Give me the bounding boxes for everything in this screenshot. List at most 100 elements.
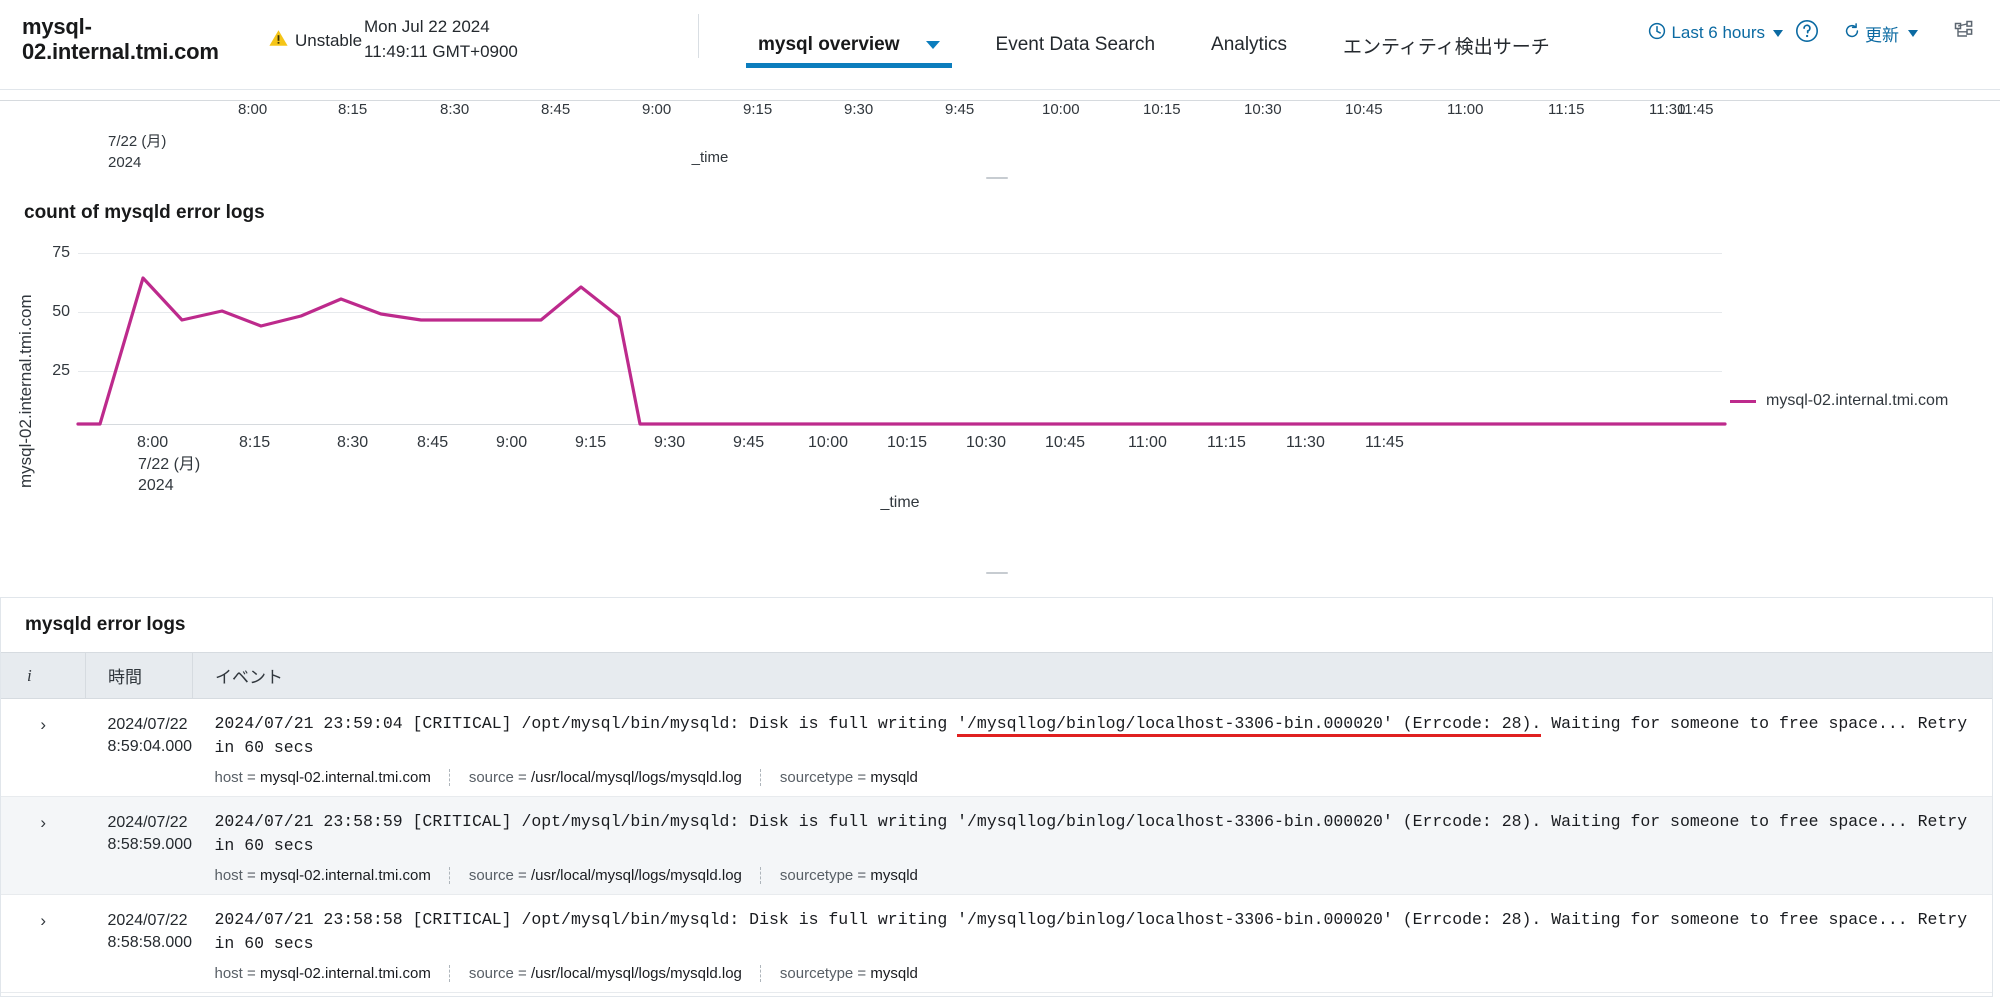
meta-value: mysqld (870, 769, 918, 786)
column-header-info[interactable]: i (1, 652, 86, 699)
meta-field-host[interactable]: host = mysql-02.internal.tmi.com (215, 867, 449, 884)
meta-field-source[interactable]: source = /usr/local/mysql/logs/mysqld.lo… (469, 769, 760, 786)
panel-resize-handle[interactable] (986, 572, 1008, 577)
table-row[interactable]: › 2024/07/22 8:58:58.000 2024/07/21 23:5… (1, 894, 1993, 993)
axis-date-line1: 7/22 (月) (108, 133, 167, 150)
series-line-mysql-02 (76, 276, 1727, 426)
x-tick: 11:15 (1207, 434, 1246, 451)
meta-value: /usr/local/mysql/logs/mysqld.log (530, 769, 742, 786)
column-header-event[interactable]: イベント (192, 652, 1992, 699)
meta-key: sourcetype = (779, 965, 867, 982)
axis-date-line1: 7/22 (月) (138, 456, 201, 473)
clock-icon (1648, 22, 1666, 45)
table-row[interactable]: › 2024/07/22 8:59:04.000 2024/07/21 23:5… (1, 698, 1993, 797)
tab-entity-detection-search[interactable]: エンティティ検出サーチ (1315, 0, 1578, 90)
tab-analytics[interactable]: Analytics (1183, 0, 1315, 90)
meta-divider (448, 769, 451, 786)
header-timestamp: Mon Jul 22 2024 11:49:11 GMT+0900 (364, 17, 518, 61)
event-raw-text[interactable]: 2024/07/21 23:58:58 [CRITICAL] /opt/mysq… (215, 908, 1993, 956)
chart-legend[interactable]: mysql-02.internal.tmi.com (1730, 392, 1948, 410)
status-label: Unstable (295, 30, 363, 50)
clipped-tick-labels: 8:00 8:15 8:30 8:45 9:00 9:15 9:30 9:45 … (0, 101, 2000, 123)
event-timestamp-cell: 2024/07/22 8:58:58.000 (85, 894, 193, 993)
x-tick: 8:45 (541, 101, 571, 118)
x-tick: 9:45 (733, 434, 765, 451)
event-content-cell: 2024/07/21 23:59:04 [CRITICAL] /opt/mysq… (192, 698, 1993, 797)
meta-field-source[interactable]: source = /usr/local/mysql/logs/mysqld.lo… (469, 965, 760, 982)
time-range-label: Last 6 hours (1671, 23, 1765, 42)
x-tick: 8:30 (337, 434, 369, 451)
meta-value: /usr/local/mysql/logs/mysqld.log (530, 867, 742, 884)
x-tick: 10:45 (1345, 101, 1383, 118)
x-tick: 9:15 (743, 101, 773, 118)
status-badge: Unstable (268, 28, 362, 53)
x-tick: 10:15 (1143, 101, 1181, 118)
meta-field-sourcetype[interactable]: sourcetype = mysqld (780, 867, 936, 884)
meta-divider (759, 867, 762, 884)
chevron-down-icon[interactable] (925, 41, 940, 49)
x-tick: 8:00 (238, 101, 268, 118)
top-axis-title: _time (691, 149, 729, 166)
meta-key: host = (214, 867, 256, 884)
x-tick: 8:45 (417, 434, 449, 451)
chevron-down-icon (1908, 29, 1918, 37)
event-text-prefix: 2024/07/21 23:58:59 [CRITICAL] /opt/mysq… (214, 812, 958, 831)
event-clock: 8:58:58.000 (107, 934, 193, 951)
event-text-prefix: 2024/07/21 23:58:58 [CRITICAL] /opt/mysq… (214, 910, 958, 929)
meta-divider (448, 965, 451, 982)
event-metadata-row: host = mysql-02.internal.tmi.com source … (215, 965, 1993, 982)
x-tick: 11:45 (1365, 434, 1404, 451)
meta-key: source = (468, 965, 527, 982)
event-raw-text[interactable]: 2024/07/21 23:59:04 [CRITICAL] /opt/mysq… (215, 712, 1993, 760)
row-expand-toggle[interactable]: › (1, 894, 86, 993)
meta-value: mysqld (870, 965, 918, 982)
warning-triangle-icon (268, 28, 289, 53)
x-tick: 10:30 (1244, 101, 1282, 118)
axis-date-line2: 2024 (138, 477, 174, 494)
refresh-label: 更新 (1865, 25, 1899, 45)
x-tick: 9:00 (496, 434, 528, 451)
meta-field-host[interactable]: host = mysql-02.internal.tmi.com (215, 965, 449, 982)
meta-field-sourcetype[interactable]: sourcetype = mysqld (780, 965, 936, 982)
x-tick: 9:30 (844, 101, 874, 118)
meta-key: host = (214, 769, 256, 786)
meta-value: mysqld (870, 867, 918, 884)
tab-mysql-overview[interactable]: mysql overview (730, 0, 968, 90)
refresh-icon (1843, 22, 1861, 45)
table-header-row: i 時間 イベント (1, 652, 1992, 699)
meta-field-source[interactable]: source = /usr/local/mysql/logs/mysqld.lo… (469, 867, 760, 884)
meta-key: host = (214, 965, 256, 982)
time-range-picker[interactable]: Last 6 hours (1642, 22, 1789, 45)
legend-color-swatch (1730, 399, 1756, 403)
event-raw-text[interactable]: 2024/07/21 23:58:59 [CRITICAL] /opt/mysq… (215, 810, 1993, 858)
row-expand-toggle[interactable]: › (1, 698, 86, 797)
chevron-down-icon (1773, 29, 1783, 37)
chart-title: count of mysqld error logs (24, 202, 265, 223)
meta-field-host[interactable]: host = mysql-02.internal.tmi.com (215, 769, 449, 786)
x-tick: 10:15 (887, 434, 928, 451)
chart-plot-area: mysql-02.internal.tmi.com 75 50 25 8:00 … (0, 236, 1948, 511)
meta-field-sourcetype[interactable]: sourcetype = mysqld (780, 769, 936, 786)
event-content-cell: 2024/07/21 23:58:59 [CRITICAL] /opt/mysq… (192, 796, 1993, 895)
event-content-cell: 2024/07/21 23:58:58 [CRITICAL] /opt/mysq… (192, 894, 1993, 993)
tree-topology-icon[interactable] (1954, 20, 1976, 47)
help-circle-icon[interactable] (1795, 19, 1819, 48)
header-controls: Last 6 hours 更新 (1642, 0, 1990, 66)
meta-key: sourcetype = (779, 867, 867, 884)
row-expand-toggle[interactable]: › (1, 796, 86, 895)
tab-event-data-search[interactable]: Event Data Search (968, 0, 1183, 90)
event-text-highlighted: '/mysqllog/binlog/localhost-3306-bin.000… (957, 714, 1542, 737)
refresh-button[interactable]: 更新 (1829, 21, 1932, 46)
dashboard-tabs: mysql overview Event Data Search Analyti… (730, 0, 1578, 90)
x-tick: 11:15 (1548, 101, 1585, 118)
x-tick: 8:15 (239, 434, 271, 451)
x-tick: 10:00 (808, 434, 849, 451)
panel-resize-handle[interactable] (986, 177, 1008, 182)
column-header-time[interactable]: 時間 (85, 652, 193, 699)
event-metadata-row: host = mysql-02.internal.tmi.com source … (215, 769, 1993, 786)
tab-label: Event Data Search (995, 34, 1156, 55)
event-text-highlighted: '/mysqllog/binlog/localhost-3306-bin.000… (957, 812, 1542, 831)
events-table: i 時間 イベント › 2024/07/22 8:59:04.000 2024/… (1, 652, 1992, 993)
meta-divider (759, 965, 762, 982)
table-row[interactable]: › 2024/07/22 8:58:59.000 2024/07/21 23:5… (1, 796, 1993, 895)
